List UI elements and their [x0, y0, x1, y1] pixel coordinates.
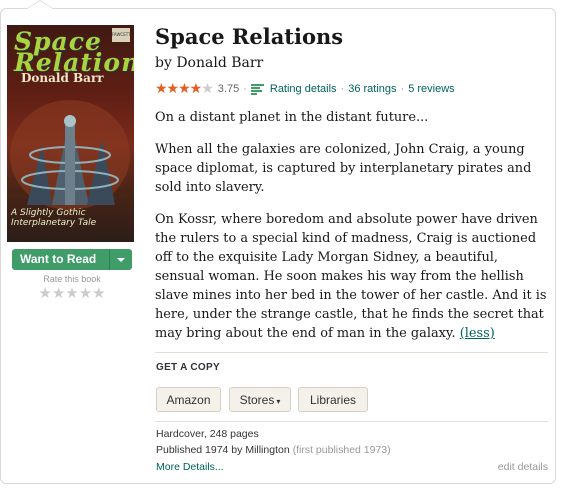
average-rating-stars: ★★★★★	[155, 81, 214, 97]
book-cover[interactable]: Space Relations Donald Barr FAWCETT A Sl…	[7, 25, 134, 242]
cover-illustration	[10, 100, 130, 210]
less-link[interactable]: (less)	[460, 326, 495, 341]
more-details-link-wrap: More Details...	[156, 461, 224, 473]
rate-this-book-label: Rate this book	[43, 274, 101, 284]
description-paragraph: When all the galaxies are colonized, Joh…	[155, 142, 532, 195]
by-prefix: by	[155, 55, 172, 71]
cover-author: Donald Barr	[21, 71, 104, 85]
author-link[interactable]: Donald Barr	[176, 55, 263, 71]
average-rating: 3.75	[217, 83, 240, 95]
format-info: Hardcover, 248 pages	[156, 428, 259, 440]
want-to-read-button-group: Want to Read	[12, 249, 132, 270]
libraries-button[interactable]: Libraries	[298, 387, 368, 412]
publication-info: Published 1974 by Millington (first publ…	[156, 444, 391, 456]
amazon-button[interactable]: Amazon	[156, 387, 221, 412]
rating-details-link[interactable]: Rating details	[270, 83, 337, 95]
reviews-count-link[interactable]: 5 reviews	[408, 83, 454, 95]
ratings-count-link[interactable]: 36 ratings	[348, 83, 396, 95]
byline: by Donald Barr	[155, 55, 263, 71]
get-a-copy-heading: GET A COPY	[156, 362, 220, 373]
description-paragraph: On Kossr, where boredom and absolute pow…	[155, 212, 547, 341]
publisher-logo: FAWCETT	[112, 28, 131, 42]
divider	[155, 421, 548, 422]
divider	[155, 352, 548, 353]
chevron-down-icon	[117, 257, 125, 262]
rate-stars[interactable]: ★★★★★	[12, 284, 132, 302]
rating-details-icon	[250, 83, 264, 95]
want-to-read-button[interactable]: Want to Read	[12, 249, 109, 270]
edit-details-link[interactable]: edit details	[498, 461, 548, 473]
caret-down-icon: ▾	[276, 397, 281, 406]
shelf-dropdown-button[interactable]	[109, 249, 132, 270]
description-paragraph: On a distant planet in the distant futur…	[155, 110, 429, 125]
stores-button[interactable]: Stores ▾	[229, 387, 291, 412]
cover-tagline: A Slightly Gothic Interplanetary Tale	[11, 208, 97, 228]
rating-row: ★★★★★ 3.75 · Rating details · 36 ratings…	[155, 81, 455, 97]
book-title[interactable]: Space Relations	[155, 24, 343, 49]
more-details-link[interactable]: More Details...	[156, 461, 224, 473]
book-description: On a distant planet in the distant futur…	[155, 108, 547, 356]
